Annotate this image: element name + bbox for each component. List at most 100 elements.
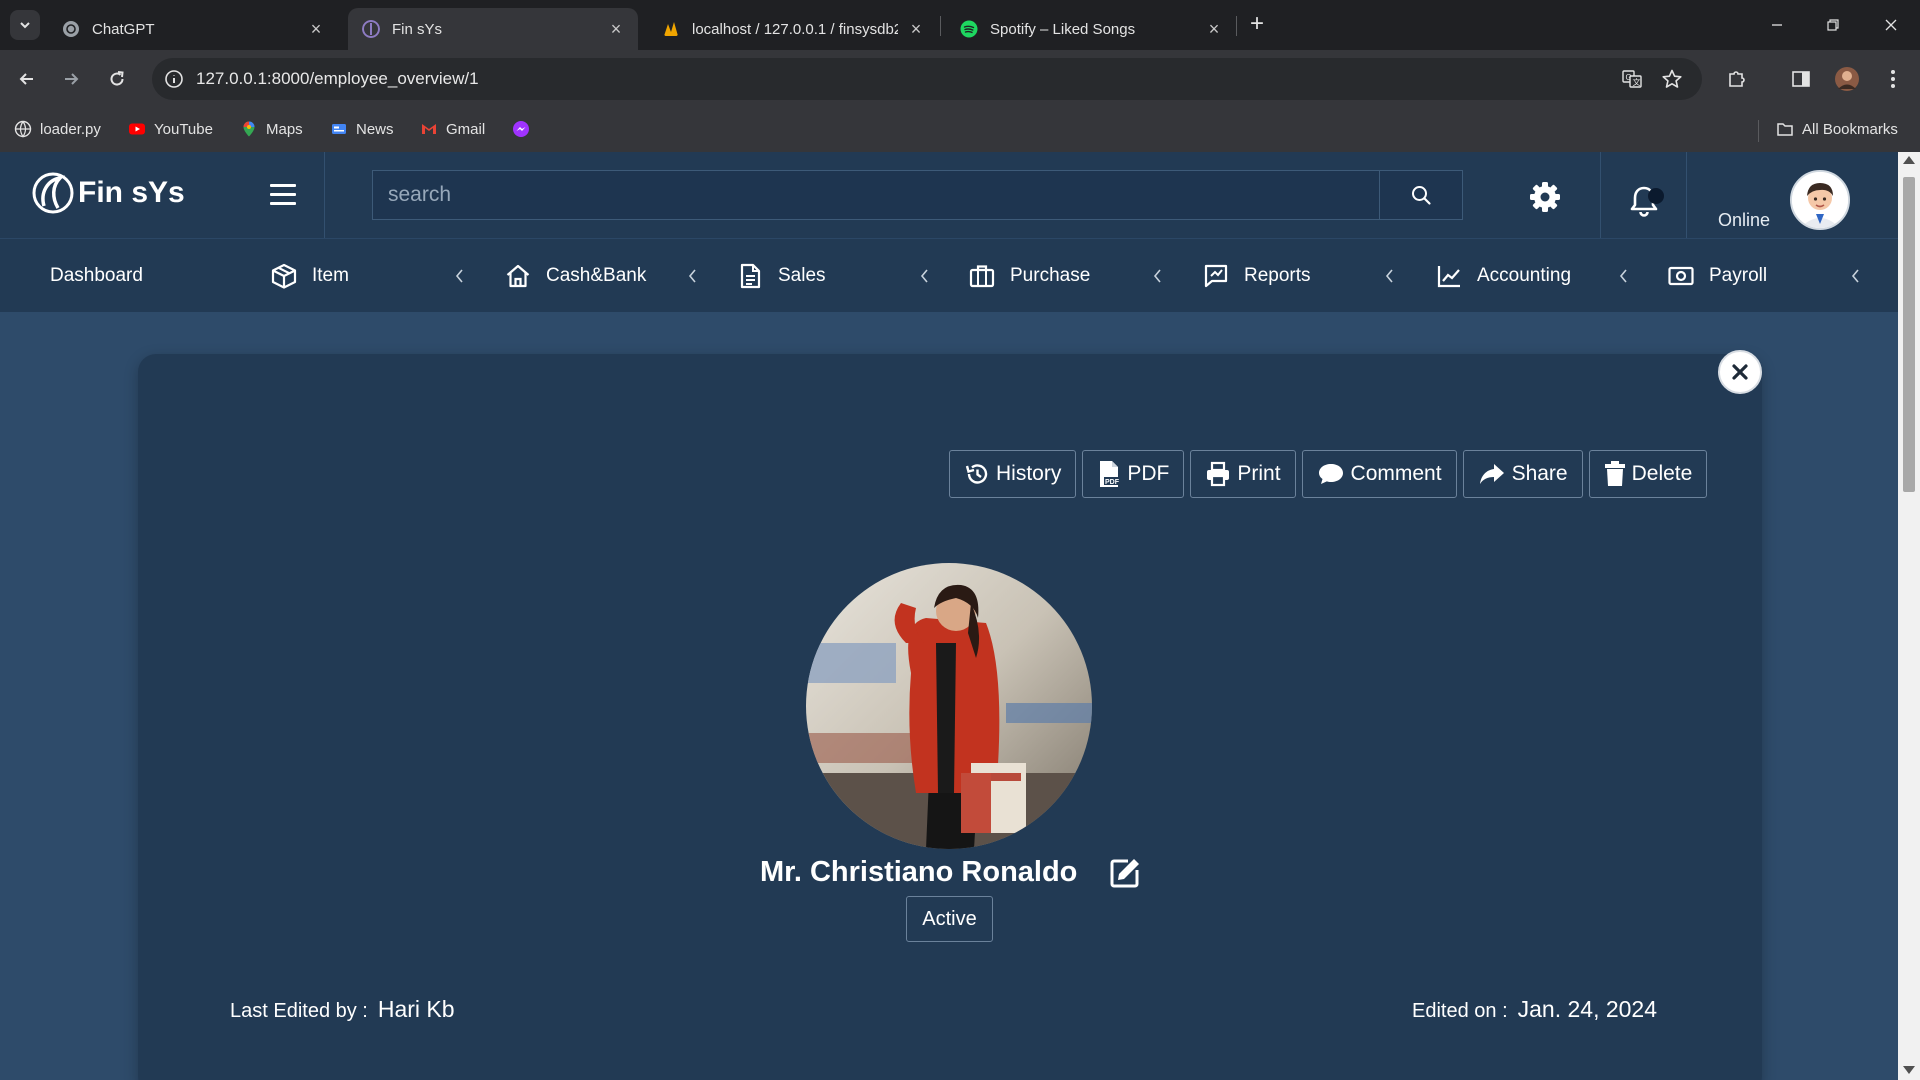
money-icon [1668,266,1694,286]
puzzle-icon [1729,71,1745,87]
tab-search-button[interactable] [10,10,40,40]
status-badge: Active [906,896,993,942]
tab-phpmyadmin[interactable]: localhost / 127.0.0.1 / finsysdb2 × [648,8,938,50]
scroll-up-arrow-icon[interactable] [1903,156,1915,164]
side-panel-button[interactable] [1786,64,1816,94]
reload-icon [110,71,124,86]
home-icon [506,264,530,288]
main-nav: Dashboard Item Cash&Bank Sales Purchase … [0,238,1898,312]
brand-logo[interactable]: Fin sYs [30,170,185,216]
comment-button[interactable]: Comment [1301,450,1457,498]
minimize-button[interactable] [1762,10,1792,40]
chevron-left-icon[interactable] [1383,268,1397,284]
nav-item-dashboard[interactable]: Dashboard [50,239,143,313]
nav-item-label: Payroll [1709,265,1768,286]
nav-item-sales[interactable]: Sales [736,239,826,313]
bookmark-star-button[interactable] [1660,67,1684,91]
tab-spotify[interactable]: Spotify – Liked Songs × [946,8,1236,50]
user-avatar[interactable] [1790,170,1850,230]
page-scrollbar[interactable] [1898,152,1920,1080]
nav-item-purchase[interactable]: Purchase [968,239,1090,313]
close-tab-icon[interactable]: × [608,20,624,38]
chevron-left-icon[interactable] [686,268,700,284]
action-button-group: History PDF PDF Print Comment Share Dele… [949,450,1713,498]
nav-item-label: Reports [1244,265,1311,286]
share-button[interactable]: Share [1462,450,1583,498]
nav-item-accounting[interactable]: Accounting [1435,239,1571,313]
all-bookmarks-button[interactable]: All Bookmarks [1776,120,1898,138]
chevron-down-icon [20,22,30,29]
finsys-logo-icon [32,172,74,214]
browser-menu-button[interactable] [1878,64,1908,94]
folder-icon [1777,123,1793,136]
employee-photo [806,563,1092,849]
back-button[interactable] [12,64,42,94]
edited-on-date: Jan. 24, 2024 [1517,996,1658,1022]
new-tab-button[interactable]: + [1244,12,1270,38]
search-button[interactable] [1379,170,1463,220]
nav-item-payroll[interactable]: Payroll [1667,239,1767,313]
nav-item-cashbank[interactable]: Cash&Bank [504,239,646,313]
bookmark-youtube[interactable]: YouTube [128,120,213,138]
restore-button[interactable] [1818,10,1848,40]
user-avatar-icon [1792,172,1848,228]
extensions-button[interactable] [1722,64,1752,94]
employee-photo-image [806,563,1092,849]
messenger-icon [513,121,529,137]
bookmark-news[interactable]: News [330,120,394,138]
chevron-left-icon[interactable] [1617,268,1631,284]
document-icon [740,263,761,289]
bookmark-gmail[interactable]: Gmail [420,120,485,138]
browser-tab-strip: ChatGPT × Fin sYs × localhost / 127.0.0.… [0,0,1920,50]
close-overview-button[interactable] [1718,350,1762,394]
bookmarks-bar: loader.py YouTube Maps News Gmail All Bo… [0,108,1920,152]
close-window-button[interactable] [1876,10,1906,40]
employee-name: Mr. Christiano Ronaldo [760,856,1078,888]
edit-icon [1110,859,1139,888]
close-tab-icon[interactable]: × [908,20,924,38]
nav-item-label: Cash&Bank [546,265,647,286]
chevron-left-icon[interactable] [453,268,467,284]
printer-icon [1207,461,1230,487]
bookmark-maps[interactable]: Maps [240,120,303,138]
translate-button[interactable]: G文 [1620,67,1644,91]
history-button[interactable]: History [949,450,1077,498]
nav-item-item[interactable]: Item [270,239,349,313]
tab-finsys[interactable]: Fin sYs × [348,8,638,50]
edited-on-label: Edited on : [1412,1000,1508,1022]
nav-item-reports[interactable]: Reports [1202,239,1311,313]
site-info-icon[interactable] [162,67,186,91]
print-button[interactable]: Print [1190,450,1296,498]
hamburger-menu-icon[interactable] [270,184,296,206]
restore-icon [1827,19,1839,31]
forward-button[interactable] [56,64,86,94]
scroll-down-arrow-icon[interactable] [1903,1066,1915,1074]
bookmark-messenger[interactable] [512,120,538,138]
nav-item-label: Accounting [1477,265,1572,286]
pdf-button[interactable]: PDF PDF [1082,450,1185,498]
address-bar[interactable]: 127.0.0.1:8000/employee_overview/1 G文 [152,58,1702,100]
tab-title: localhost / 127.0.0.1 / finsysdb2 [692,20,898,38]
delete-button[interactable]: Delete [1588,450,1708,498]
pdf-file-icon: PDF [1100,461,1121,487]
url-text[interactable]: 127.0.0.1:8000/employee_overview/1 [196,69,479,89]
comment-button-label: Comment [1350,462,1442,485]
search-input[interactable] [372,170,1380,220]
profile-button[interactable] [1832,64,1862,94]
bookmark-loader[interactable]: loader.py [14,120,101,138]
online-status-label: Online [1718,210,1771,230]
finsys-icon [362,20,380,38]
scrollbar-thumb[interactable] [1903,177,1915,492]
close-tab-icon[interactable]: × [1206,20,1222,38]
tab-chatgpt[interactable]: ChatGPT × [48,8,338,50]
reload-button[interactable] [102,64,132,94]
edit-employee-button[interactable] [1108,856,1142,890]
chevron-left-icon[interactable] [1849,268,1863,284]
brand-name: Fin sYs [78,176,185,209]
chevron-left-icon[interactable] [918,268,932,284]
phpmyadmin-icon [664,22,678,36]
chevron-left-icon[interactable] [1151,268,1165,284]
settings-button[interactable] [1528,180,1562,214]
bookmark-label: YouTube [154,120,213,138]
close-tab-icon[interactable]: × [308,20,324,38]
